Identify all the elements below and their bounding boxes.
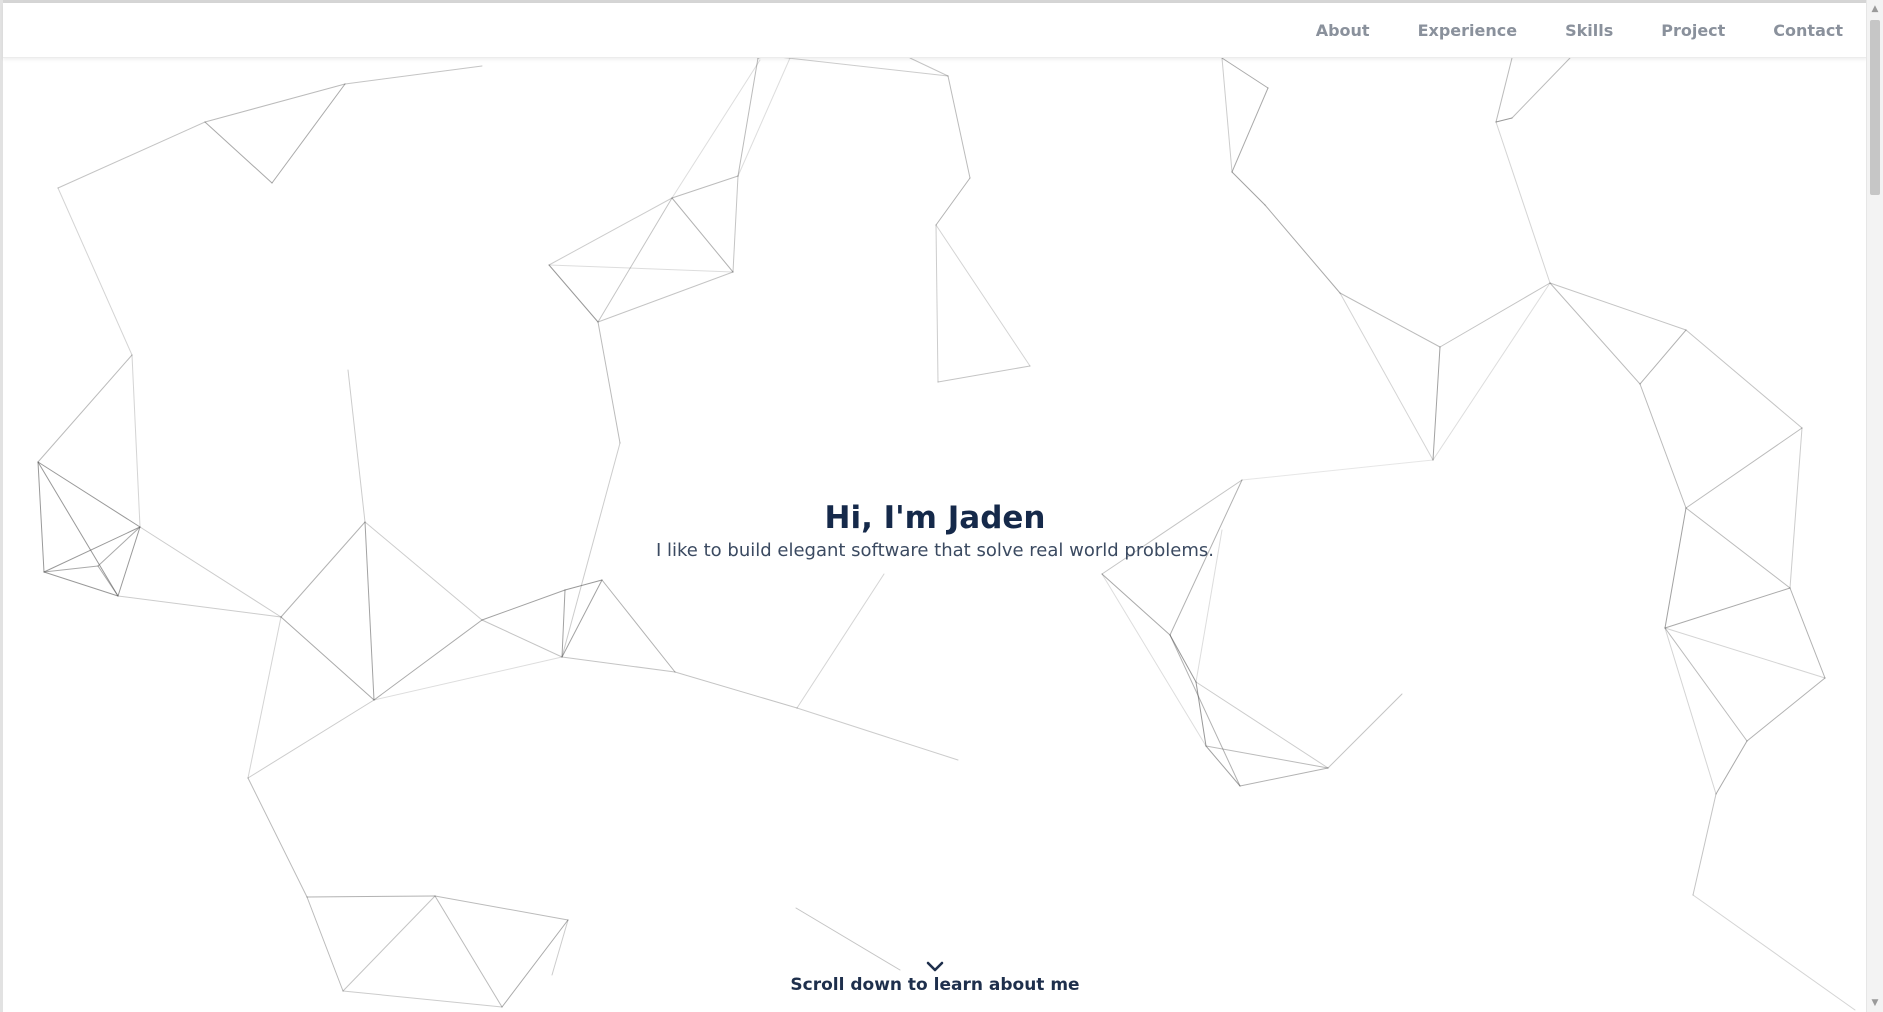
network-line: [548, 264, 734, 273]
network-line: [1715, 740, 1748, 795]
network-line: [935, 224, 939, 383]
network-line: [796, 573, 885, 709]
nav-link-skills[interactable]: Skills: [1565, 21, 1613, 40]
network-line: [117, 595, 282, 618]
network-line: [481, 589, 566, 621]
page: About Experience Skills Project Contact …: [0, 0, 1883, 1012]
network-line: [481, 619, 563, 658]
network-line: [671, 197, 734, 273]
network-line: [597, 197, 673, 323]
network-line: [1639, 383, 1687, 509]
network-line: [1221, 57, 1269, 89]
network-line: [1169, 634, 1197, 683]
nav-link-about[interactable]: About: [1316, 21, 1370, 40]
network-line: [1495, 121, 1551, 284]
network-line: [1205, 745, 1241, 787]
network-line: [1789, 587, 1826, 679]
network-line: [1639, 329, 1687, 385]
network-line: [204, 83, 346, 123]
nav-link-project[interactable]: Project: [1661, 21, 1725, 40]
scroll-up-arrow-icon[interactable]: ▲: [1867, 2, 1883, 16]
network-line: [597, 271, 734, 323]
network-line: [1432, 346, 1441, 461]
network-line: [1692, 793, 1717, 896]
network-line: [1685, 427, 1803, 509]
network-line: [1101, 573, 1171, 636]
network-line: [601, 579, 676, 673]
network-line: [1664, 627, 1717, 795]
scroll-down-link[interactable]: Scroll down to learn about me: [0, 961, 1870, 995]
network-line: [204, 121, 273, 184]
network-line: [597, 321, 621, 444]
network-line: [1195, 681, 1329, 769]
network-line: [57, 187, 133, 356]
network-line: [57, 121, 206, 189]
network-line: [1495, 117, 1513, 123]
scrollbar-thumb[interactable]: [1870, 20, 1880, 195]
navbar: About Experience Skills Project Contact: [3, 3, 1867, 58]
network-line: [671, 175, 739, 199]
network-line: [732, 175, 739, 273]
network-line: [1664, 627, 1748, 742]
hero-title: Hi, I'm Jaden: [824, 500, 1046, 536]
network-line: [344, 65, 483, 85]
network-line: [1231, 87, 1269, 173]
network-line: [1327, 693, 1403, 769]
network-line: [1264, 204, 1341, 294]
network-line: [561, 579, 603, 658]
network-line: [97, 565, 119, 597]
scroll-down-arrow-icon[interactable]: ▼: [1867, 996, 1883, 1010]
network-line: [247, 616, 282, 779]
network-line: [43, 565, 99, 573]
network-line: [737, 57, 759, 177]
network-line: [1664, 627, 1826, 679]
network-line: [1231, 171, 1266, 206]
network-line: [1664, 587, 1791, 629]
network-line: [434, 895, 569, 921]
nav-link-contact[interactable]: Contact: [1773, 21, 1843, 40]
network-line: [937, 365, 1031, 383]
network-line: [671, 59, 761, 199]
network-line: [548, 197, 673, 266]
network-line: [1101, 573, 1207, 747]
hero-subtitle: I like to build elegant software that so…: [655, 540, 1214, 562]
nav-link-experience[interactable]: Experience: [1418, 21, 1518, 40]
network-line: [561, 656, 676, 673]
network-line: [1432, 282, 1551, 461]
network-line: [935, 224, 1031, 367]
network-line: [769, 55, 949, 77]
network-line: [247, 699, 375, 779]
network-line: [306, 895, 436, 898]
network-line: [564, 579, 603, 591]
network-line: [935, 177, 971, 226]
nav-links: About Experience Skills Project Contact: [1316, 3, 1843, 57]
network-line: [674, 671, 798, 709]
network-line: [947, 75, 971, 179]
network-line: [1221, 57, 1233, 173]
scroll-down-text: Scroll down to learn about me: [790, 975, 1080, 995]
vertical-scrollbar[interactable]: ▲ ▼: [1866, 0, 1883, 1012]
network-line: [909, 57, 949, 77]
network-line: [796, 707, 959, 761]
network-line: [280, 616, 375, 701]
network-line: [548, 264, 599, 323]
network-line: [1439, 282, 1551, 348]
hero-section: Hi, I'm Jaden I like to build elegant so…: [0, 498, 1870, 561]
network-line: [1746, 677, 1826, 742]
network-line: [1685, 329, 1803, 429]
network-line: [37, 354, 133, 463]
network-line: [1239, 767, 1329, 787]
network-line: [1241, 459, 1434, 481]
network-line: [1195, 681, 1207, 747]
network-line: [1495, 57, 1513, 123]
network-line: [247, 777, 308, 898]
network-line: [43, 571, 119, 597]
network-line: [1511, 57, 1571, 119]
network-line: [1205, 745, 1329, 769]
chevron-down-icon: [926, 961, 944, 972]
network-line: [271, 83, 346, 184]
network-line: [737, 57, 791, 177]
network-line: [1169, 634, 1241, 787]
